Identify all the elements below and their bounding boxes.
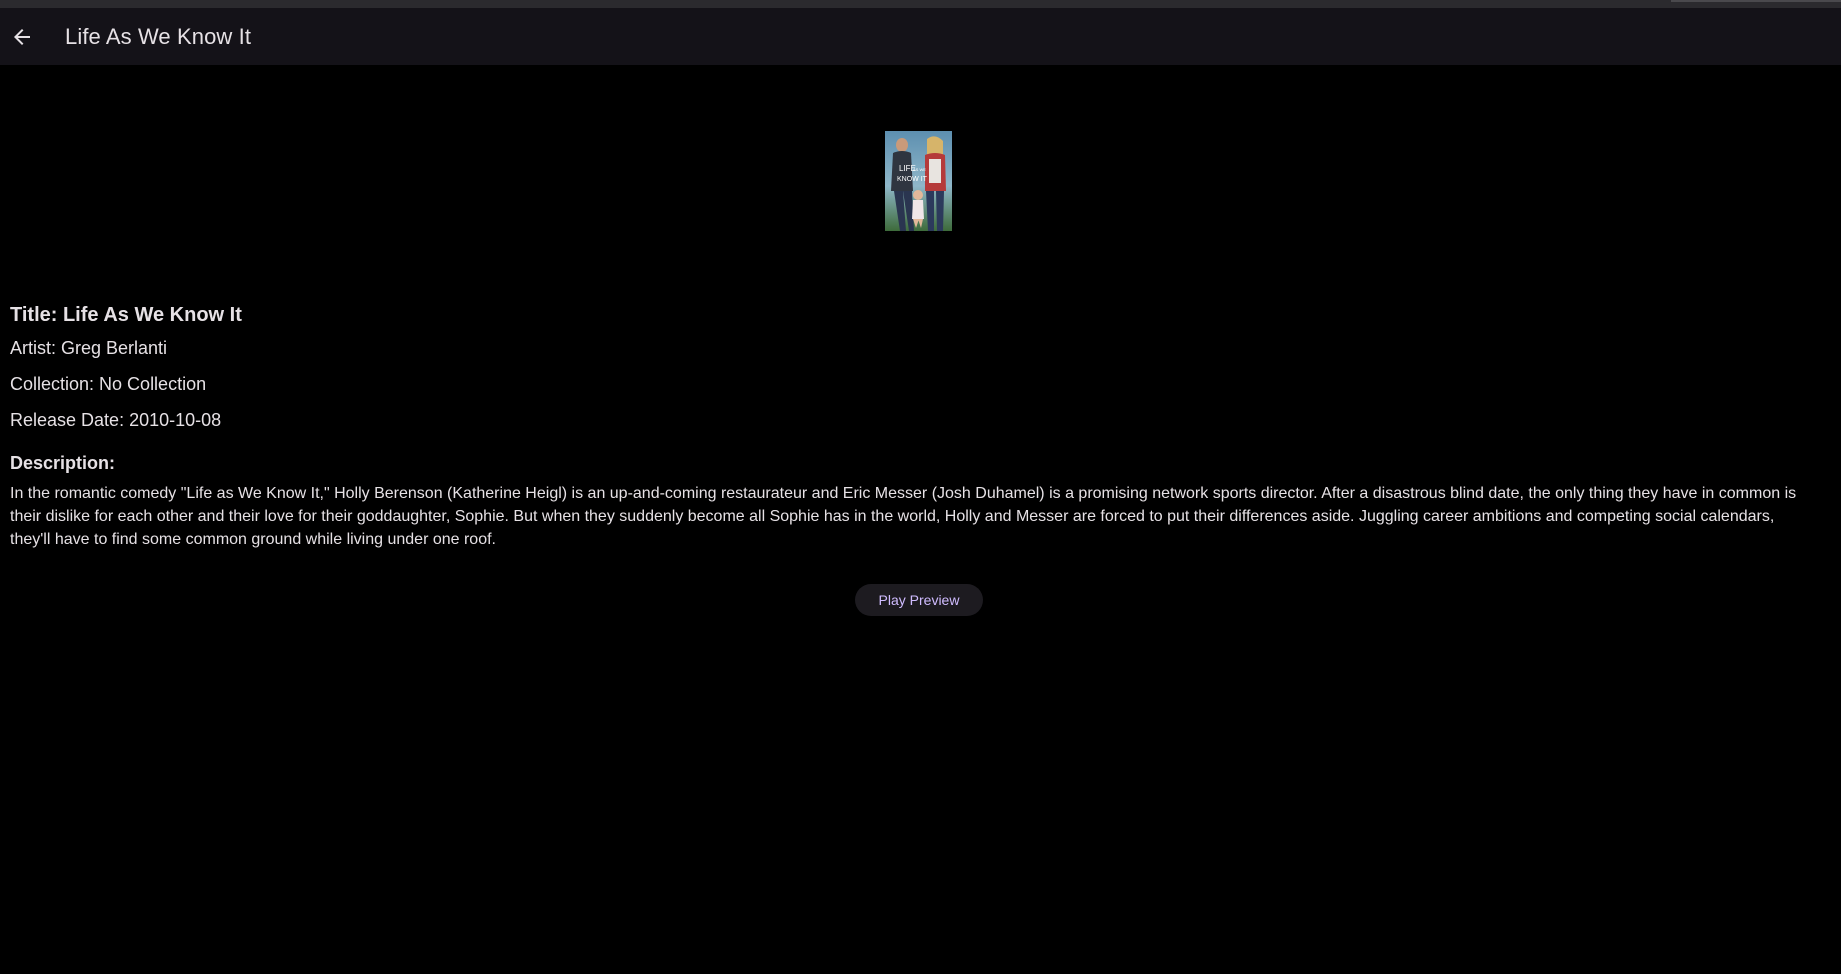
- arrow-left-icon: [10, 25, 34, 49]
- movie-title: Title: Life As We Know It: [10, 304, 242, 326]
- app-bar: Life As We Know It: [0, 8, 1841, 65]
- poster-image: LIFE AS WE KNOW IT: [885, 131, 952, 231]
- poster-title-line3: KNOW IT: [897, 176, 928, 183]
- movie-collection: Collection: No Collection: [10, 374, 207, 394]
- page-title: Life As We Know It: [65, 23, 252, 49]
- movie-details: Title: Life As We Know It Artist: Greg B…: [10, 300, 1810, 551]
- poster-title-line2: AS WE: [913, 167, 926, 172]
- movie-description: In the romantic comedy "Life as We Know …: [10, 485, 1797, 548]
- back-button[interactable]: [0, 15, 44, 59]
- movie-release-date: Release Date: 2010-10-08: [10, 410, 222, 430]
- play-preview-button[interactable]: Play Preview: [855, 584, 983, 616]
- movie-artist: Artist: Greg Berlanti: [10, 338, 168, 358]
- window-top-strip: [0, 0, 1841, 8]
- description-heading: Description:: [10, 453, 116, 473]
- movie-poster: LIFE AS WE KNOW IT: [885, 131, 952, 231]
- window-tab-indicator: [1671, 0, 1841, 2]
